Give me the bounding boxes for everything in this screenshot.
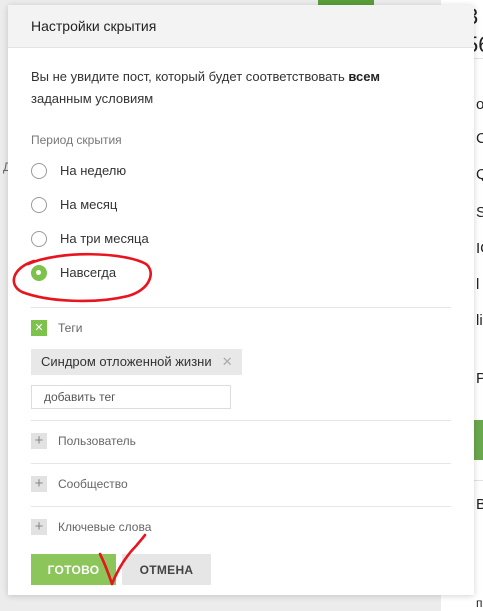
radio-label: На три месяца [60,231,149,246]
background-text: пр [476,596,483,610]
description-text: Вы не увидите пост, который будет соотве… [31,69,349,84]
modal-header: Настройки скрытия [8,5,474,48]
add-tag-input[interactable] [31,385,231,409]
modal-title: Настройки скрытия [31,18,157,34]
background-text: IC [476,240,483,257]
radio-button[interactable] [31,197,47,213]
remove-tag-icon[interactable]: ✕ [222,349,233,375]
background-text: li [476,312,483,329]
tags-label: Теги [58,321,83,335]
modal-description: Вы не увидите пост, который будет соотве… [31,66,451,110]
cancel-button[interactable]: ОТМЕНА [122,554,211,585]
radio-label: Навсегда [60,265,117,280]
description-text-end: заданным условиям [31,91,154,106]
description-bold: всем [348,69,380,84]
plus-icon[interactable]: + [31,433,47,449]
background-text: Q [476,166,483,183]
background-green-block [474,420,483,460]
background-text: Co [476,130,483,147]
divider [31,420,451,421]
hide-settings-modal: Настройки скрытия Вы не увидите пост, ко… [8,5,474,595]
radio-label: На месяц [60,197,118,212]
radio-button[interactable] [31,231,47,247]
divider [31,307,451,308]
done-button[interactable]: ГОТОВО [31,554,116,585]
radio-button-checked[interactable] [31,265,47,281]
divider [31,506,451,507]
plus-icon[interactable]: + [31,519,47,535]
radio-button[interactable] [31,163,47,179]
tags-checkbox-icon[interactable]: ✕ [31,320,47,336]
radio-label: На неделю [60,163,127,178]
background-text: Pe [476,370,483,387]
divider [31,463,451,464]
filter-keywords-label[interactable]: Ключевые слова [58,520,151,534]
tag-chip-label: Синдром отложенной жизни [41,354,212,369]
background-text: l [476,276,480,293]
filter-user-label[interactable]: Пользователь [58,434,136,448]
background-text: Bo [476,496,483,513]
background-text: ot [476,96,483,113]
tag-chip: Синдром отложенной жизни ✕ [31,349,242,375]
background-text: So [476,204,483,221]
plus-icon[interactable]: + [31,476,47,492]
period-label: Период скрытия [31,133,122,147]
filter-community-label[interactable]: Сообщество [58,477,128,491]
